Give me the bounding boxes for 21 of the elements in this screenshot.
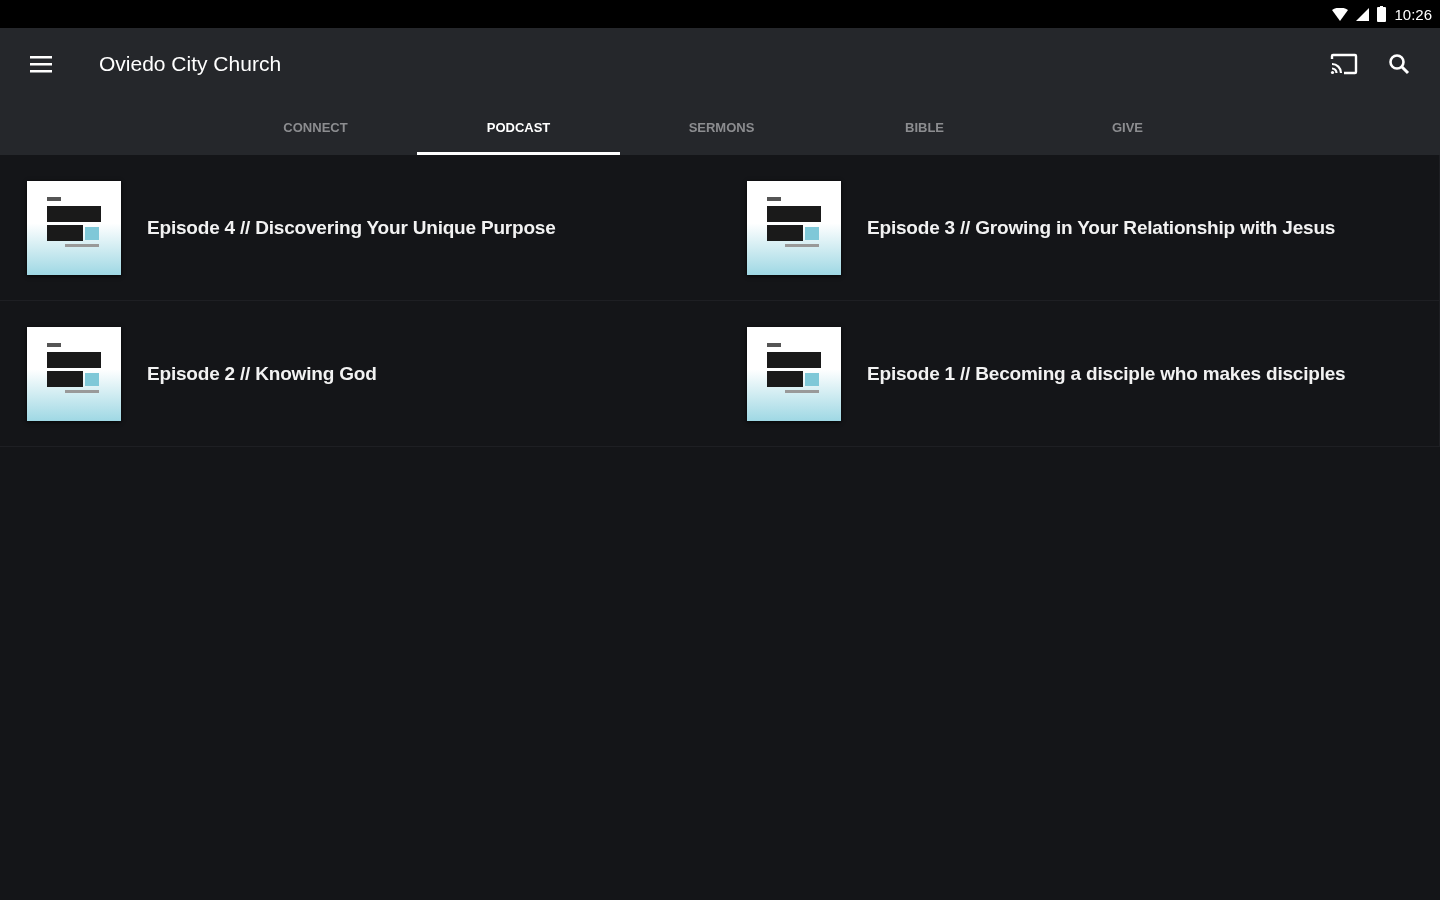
episode-title: Episode 2 // Knowing God	[147, 362, 377, 385]
signal-icon	[1356, 7, 1370, 21]
episode-title: Episode 3 // Growing in Your Relationship with Jesus	[867, 216, 1336, 239]
episode-item[interactable]: Episode 2 // Knowing God	[0, 301, 720, 447]
cast-icon[interactable]	[1330, 53, 1358, 75]
app-title: Oviedo City Church	[99, 52, 283, 76]
wifi-icon	[1332, 7, 1349, 21]
episode-item[interactable]: Episode 4 // Discovering Your Unique Purpose	[0, 155, 720, 301]
menu-icon[interactable]	[30, 55, 52, 73]
tab[interactable]: SERMONS	[620, 100, 823, 155]
tab[interactable]: PODCAST	[417, 100, 620, 155]
tab[interactable]: BIBLE	[823, 100, 1026, 155]
search-icon[interactable]	[1388, 53, 1410, 75]
status-time: 10:26	[1394, 5, 1432, 23]
episode-title: Episode 4 // Discovering Your Unique Purpose	[147, 216, 556, 239]
episode-title: Episode 1 // Becoming a disciple who makes disciples	[867, 362, 1346, 385]
battery-icon	[1377, 6, 1387, 22]
tab[interactable]: CONNECT	[214, 100, 417, 155]
episode-item[interactable]: Episode 3 // Growing in Your Relationship with Jesus	[720, 155, 1440, 301]
tab[interactable]: GIVE	[1026, 100, 1229, 155]
episode-item[interactable]: Episode 1 // Becoming a disciple who makes disciples	[720, 301, 1440, 447]
